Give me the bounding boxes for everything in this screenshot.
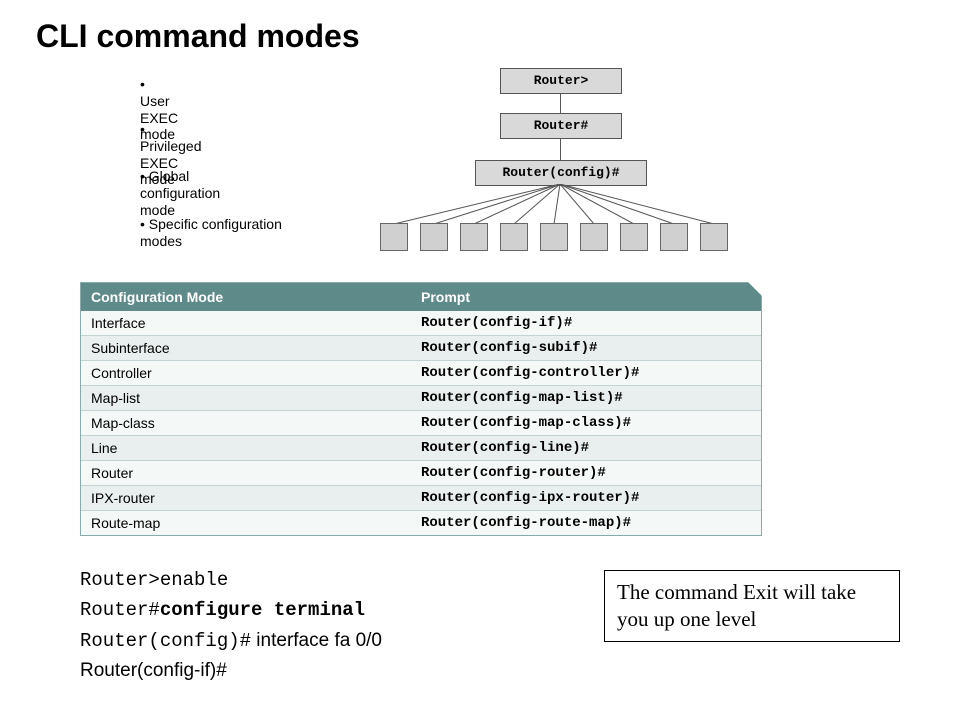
- cell-mode: Interface: [81, 311, 411, 335]
- leaf-box: [700, 223, 728, 251]
- header-mode: Configuration Mode: [81, 283, 411, 311]
- table-row: LineRouter(config-line)#: [81, 435, 761, 460]
- cell-prompt: Router(config-route-map)#: [411, 511, 761, 535]
- table-body: InterfaceRouter(config-if)#SubinterfaceR…: [81, 311, 761, 535]
- cell-mode: Map-class: [81, 411, 411, 435]
- table-row: ControllerRouter(config-controller)#: [81, 360, 761, 385]
- leaf-box: [500, 223, 528, 251]
- cell-prompt: Router(config-router)#: [411, 461, 761, 485]
- cell-mode: Route-map: [81, 511, 411, 535]
- leaf-box: [660, 223, 688, 251]
- exit-callout: The command Exit will take you up one le…: [604, 570, 900, 642]
- leaf-box: [420, 223, 448, 251]
- cell-prompt: Router(config-line)#: [411, 436, 761, 460]
- cell-mode: Line: [81, 436, 411, 460]
- config-mode-table: Configuration Mode Prompt InterfaceRoute…: [80, 282, 762, 536]
- cell-prompt: Router(config-map-list)#: [411, 386, 761, 410]
- table-row: RouterRouter(config-router)#: [81, 460, 761, 485]
- hier-box-priv-exec: Router#: [500, 113, 622, 139]
- bullet-specific-config: Specific configuration modes: [140, 216, 300, 250]
- fan-connectors: [380, 184, 750, 224]
- leaf-row: [380, 223, 728, 251]
- connector-line: [560, 93, 561, 113]
- table-row: InterfaceRouter(config-if)#: [81, 311, 761, 335]
- cell-prompt: Router(config-if)#: [411, 311, 761, 335]
- cmd-text: enable: [160, 569, 228, 591]
- leaf-box: [580, 223, 608, 251]
- page-title: CLI command modes: [36, 18, 360, 55]
- leaf-box: [460, 223, 488, 251]
- cell-mode: Router: [81, 461, 411, 485]
- cmd-prefix: Router#: [80, 599, 160, 621]
- cmd-text: interface fa 0/0: [251, 630, 382, 651]
- table-header: Configuration Mode Prompt: [81, 283, 761, 311]
- table-row: IPX-routerRouter(config-ipx-router)#: [81, 485, 761, 510]
- table-row: SubinterfaceRouter(config-subif)#: [81, 335, 761, 360]
- hier-box-user-exec: Router>: [500, 68, 622, 94]
- cmd-line-3: Router(config)# interface fa 0/0: [80, 626, 382, 656]
- command-sequence: Router>enable Router#configure terminal …: [80, 565, 382, 687]
- cell-prompt: Router(config-controller)#: [411, 361, 761, 385]
- hier-box-global-config: Router(config)#: [475, 160, 647, 186]
- cmd-prefix: Router>: [80, 569, 160, 591]
- connector-line: [560, 138, 561, 160]
- cell-mode: IPX-router: [81, 486, 411, 510]
- header-prompt: Prompt: [411, 283, 761, 311]
- cell-prompt: Router(config-subif)#: [411, 336, 761, 360]
- leaf-box: [620, 223, 648, 251]
- leaf-box: [540, 223, 568, 251]
- cmd-prefix: Router(config)#: [80, 630, 251, 652]
- table-row: Route-mapRouter(config-route-map)#: [81, 510, 761, 535]
- bullet-global-config: Global configuration mode: [140, 168, 220, 218]
- cmd-line-1: Router>enable: [80, 565, 382, 595]
- cell-prompt: Router(config-ipx-router)#: [411, 486, 761, 510]
- table-corner-notch: [748, 282, 762, 296]
- hierarchy-diagram: User EXEC mode Privileged EXEC mode Glob…: [80, 68, 760, 278]
- cell-prompt: Router(config-map-class)#: [411, 411, 761, 435]
- cell-mode: Subinterface: [81, 336, 411, 360]
- table-row: Map-listRouter(config-map-list)#: [81, 385, 761, 410]
- table-row: Map-classRouter(config-map-class)#: [81, 410, 761, 435]
- cmd-line-4: Router(config-if)#: [80, 656, 382, 686]
- cell-mode: Controller: [81, 361, 411, 385]
- cmd-text: configure terminal: [160, 599, 365, 621]
- cell-mode: Map-list: [81, 386, 411, 410]
- cmd-line-2: Router#configure terminal: [80, 595, 382, 625]
- leaf-box: [380, 223, 408, 251]
